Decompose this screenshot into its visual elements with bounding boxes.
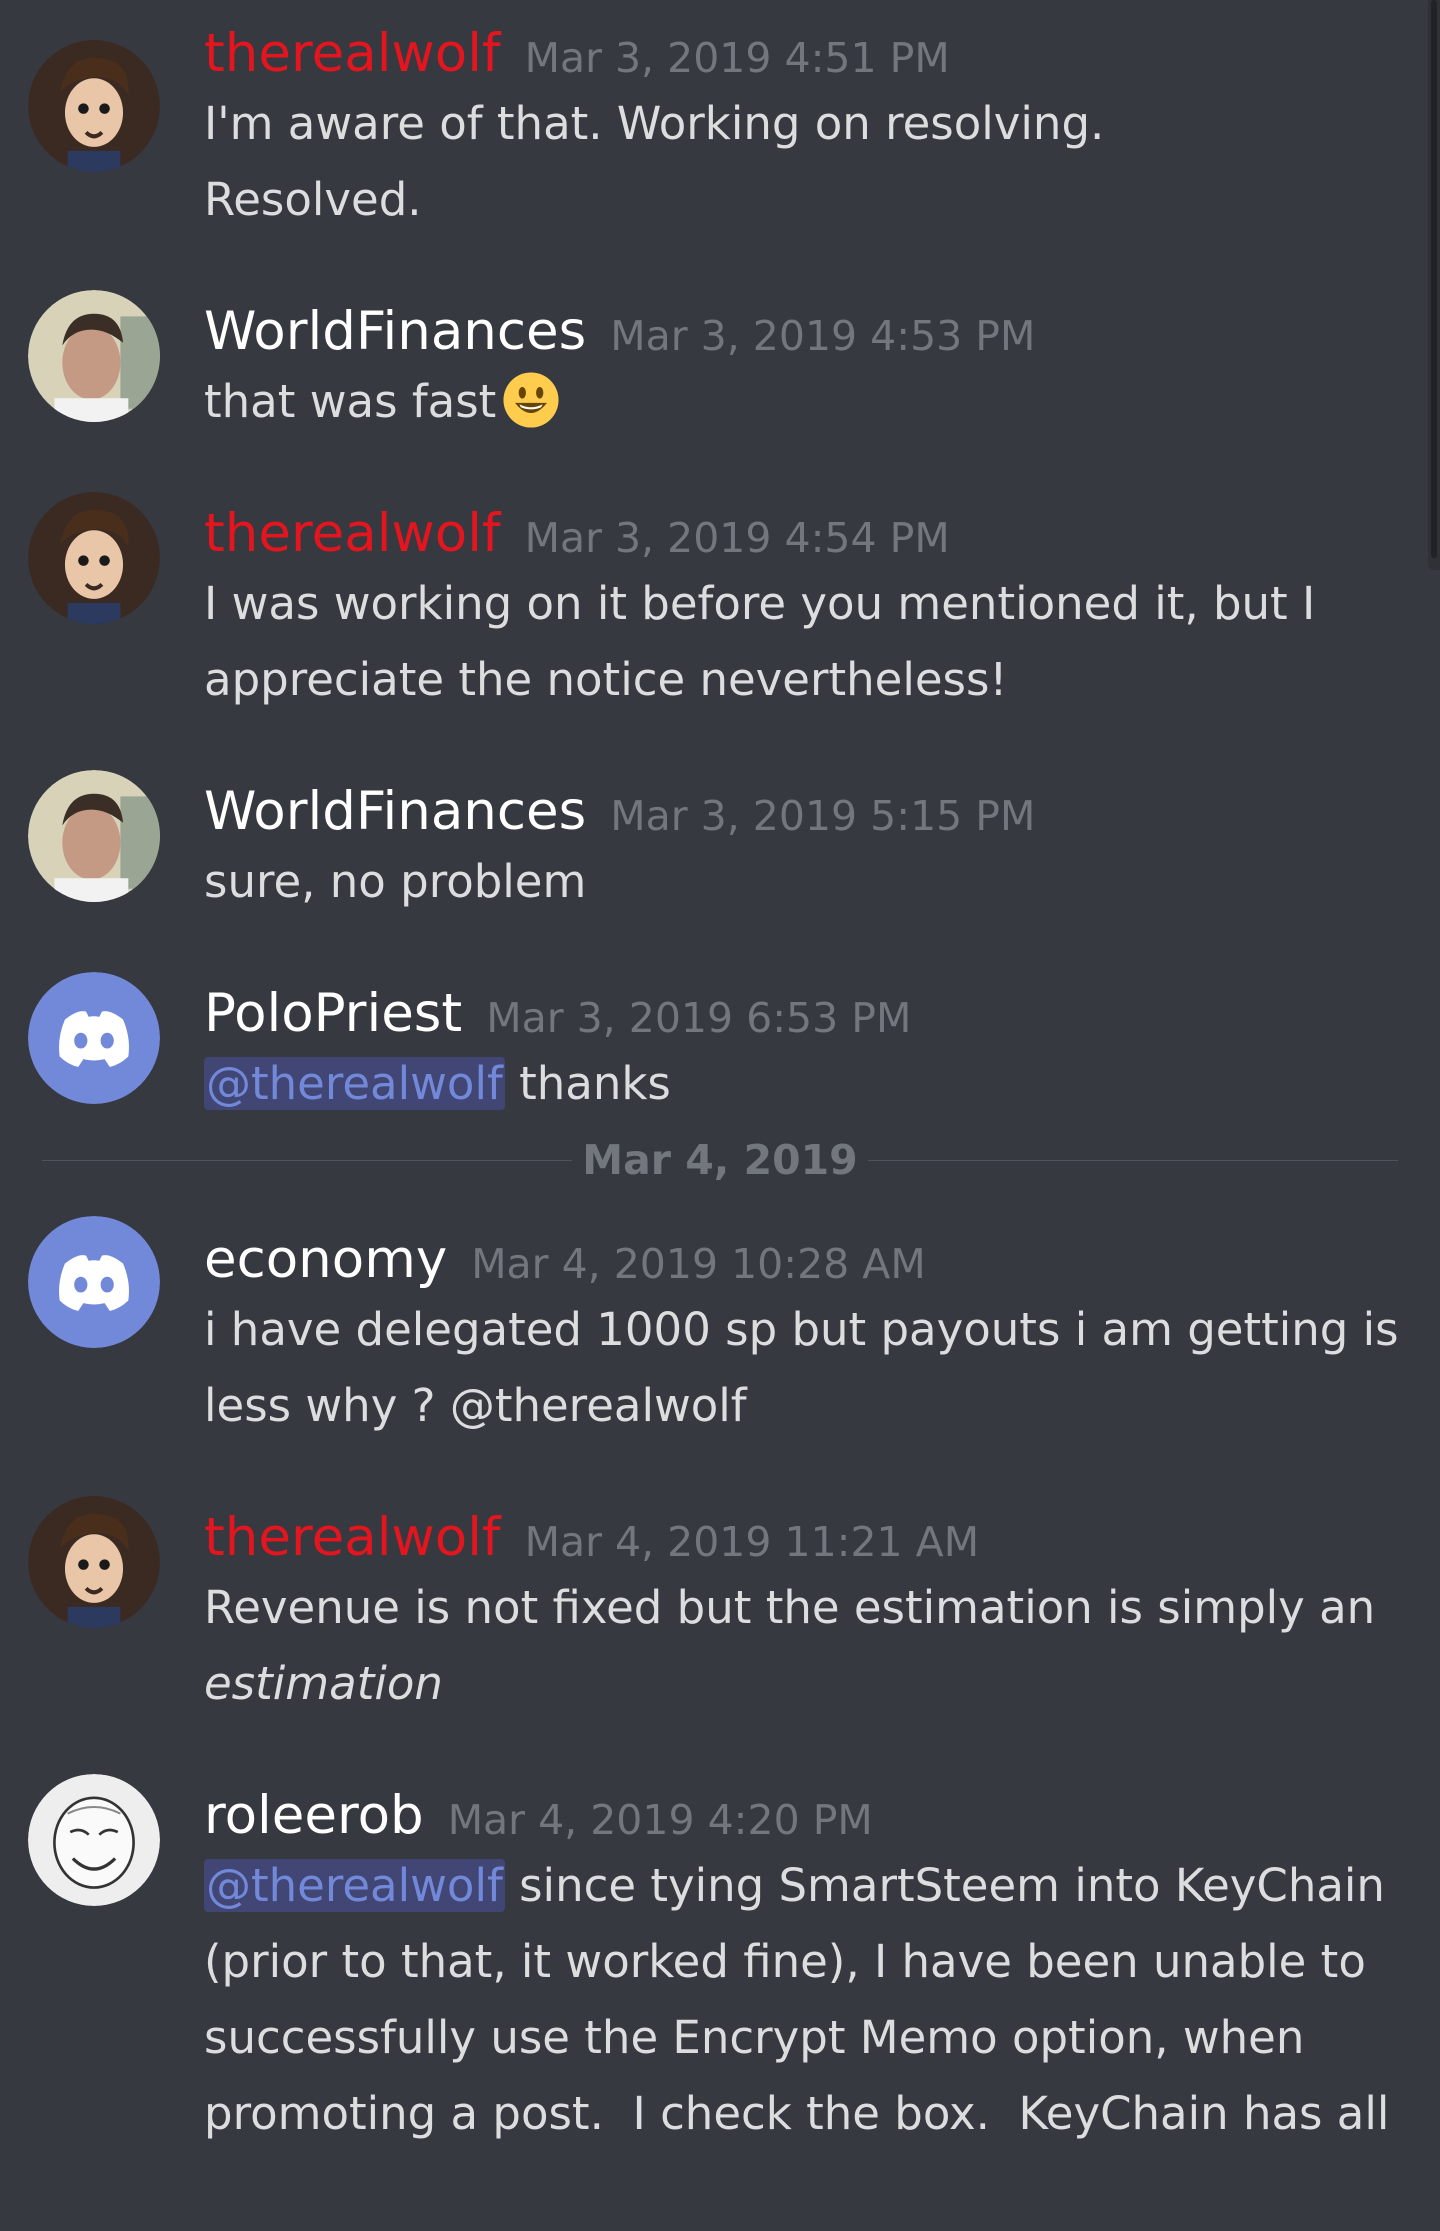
message-text: I'm aware of that. Working on resolving.… <box>204 97 1105 226</box>
scrollbar-thumb[interactable] <box>1431 0 1437 558</box>
username[interactable]: WorldFinances <box>204 300 586 364</box>
username[interactable]: economy <box>204 1228 447 1292</box>
user-mention[interactable]: @therealwolf <box>204 1057 505 1110</box>
message: therealwolf Mar 3, 2019 4:54 PM I was wor… <box>0 480 1420 718</box>
message-text: @therealwolf thanks <box>204 1057 671 1110</box>
message: roleerob Mar 4, 2019 4:20 PM @therealwolf… <box>0 1762 1420 2152</box>
smiley-emoji-icon <box>503 372 559 428</box>
username[interactable]: roleerob <box>204 1784 424 1848</box>
message-text: that was fast <box>204 364 1420 440</box>
message-text: i have delegated 1000 sp but payouts i a… <box>204 1303 1399 1432</box>
avatar-discord-default[interactable] <box>28 972 160 1104</box>
timestamp: Mar 4, 2019 11:21 AM <box>524 1518 980 1566</box>
timestamp: Mar 3, 2019 5:15 PM <box>610 792 1036 840</box>
avatar-worldfinances[interactable] <box>28 290 160 422</box>
timestamp: Mar 4, 2019 10:28 AM <box>471 1240 926 1288</box>
message: therealwolf Mar 4, 2019 11:21 AM Revenue … <box>0 1484 1420 1722</box>
message-text: Revenue is not fixed but the estimation … <box>204 1581 1376 1710</box>
message: WorldFinances Mar 3, 2019 4:53 PM that wa… <box>0 278 1420 440</box>
avatar-therealwolf[interactable] <box>28 1496 160 1628</box>
username[interactable]: therealwolf <box>204 502 501 566</box>
username[interactable]: WorldFinances <box>204 780 586 844</box>
message-feed: therealwolf Mar 3, 2019 4:51 PM I'm aware… <box>0 0 1420 2152</box>
timestamp: Mar 3, 2019 6:53 PM <box>486 994 912 1042</box>
user-mention[interactable]: @therealwolf <box>204 1859 505 1912</box>
date-divider-label: Mar 4, 2019 <box>582 1136 858 1184</box>
avatar-worldfinances[interactable] <box>28 770 160 902</box>
username[interactable]: therealwolf <box>204 1506 501 1570</box>
avatar-roleerob[interactable] <box>28 1774 160 1906</box>
message: economy Mar 4, 2019 10:28 AM i have deleg… <box>0 1206 1420 1444</box>
username[interactable]: PoloPriest <box>204 982 462 1046</box>
scrollbar[interactable] <box>1428 0 1440 570</box>
message-text: sure, no problem <box>204 855 587 908</box>
timestamp: Mar 3, 2019 4:53 PM <box>610 312 1036 360</box>
timestamp: Mar 3, 2019 4:51 PM <box>524 34 950 82</box>
username[interactable]: therealwolf <box>204 22 501 86</box>
message: PoloPriest Mar 3, 2019 6:53 PM @therealwo… <box>0 960 1420 1122</box>
timestamp: Mar 4, 2019 4:20 PM <box>447 1796 873 1844</box>
avatar-discord-default[interactable] <box>28 1216 160 1348</box>
message: WorldFinances Mar 3, 2019 5:15 PM sure, n… <box>0 758 1420 920</box>
avatar-therealwolf[interactable] <box>28 492 160 624</box>
message-text: I was working on it before you mentioned… <box>204 577 1316 706</box>
timestamp: Mar 3, 2019 4:54 PM <box>524 514 950 562</box>
message: therealwolf Mar 3, 2019 4:51 PM I'm aware… <box>0 0 1420 238</box>
message-text: @therealwolf since tying SmartSteem into… <box>204 1859 1390 2140</box>
avatar-therealwolf[interactable] <box>28 40 160 172</box>
date-divider: Mar 4, 2019 <box>0 1130 1420 1190</box>
